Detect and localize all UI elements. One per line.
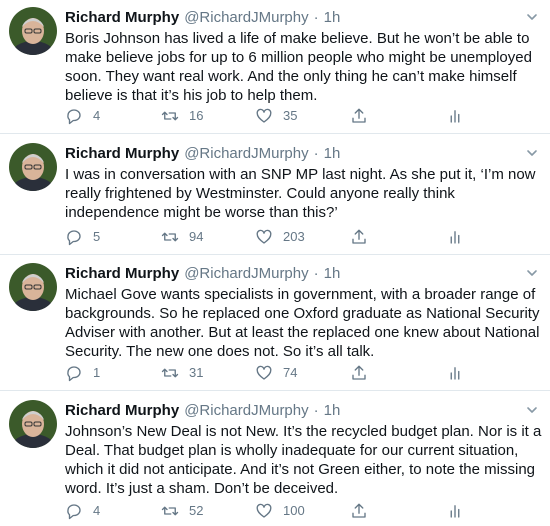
separator-dot: ·: [313, 402, 319, 419]
retweet-count: 94: [189, 229, 204, 244]
author-name[interactable]: Richard Murphy: [65, 143, 179, 165]
analytics-icon: [450, 110, 460, 123]
tweet-text: Johnson’s New Deal is not New. It’s the …: [65, 423, 542, 497]
like-count: 74: [283, 365, 298, 380]
retweet-button[interactable]: 31: [161, 363, 203, 383]
chevron-down-icon[interactable]: [526, 11, 538, 23]
reply-count: 4: [93, 108, 101, 123]
avatar[interactable]: [9, 143, 57, 191]
like-count: 35: [283, 108, 298, 123]
reply-icon: [67, 366, 81, 382]
tweet-header: Richard Murphy @RichardJMurphy · 1h: [65, 143, 340, 165]
chevron-down-icon[interactable]: [526, 267, 538, 279]
share-button[interactable]: [350, 501, 378, 521]
reply-icon: [67, 109, 81, 125]
author-name[interactable]: Richard Murphy: [65, 263, 179, 285]
avatar[interactable]: [9, 263, 57, 311]
reply-count: 4: [93, 503, 101, 518]
share-icon: [352, 503, 366, 518]
avatar[interactable]: [9, 7, 57, 55]
chevron-down-icon[interactable]: [526, 147, 538, 159]
separator-dot: ·: [313, 265, 319, 282]
tweet[interactable]: Richard Murphy @RichardJMurphy · 1h I wa…: [0, 143, 550, 253]
tweet-actions: 4 52 100: [65, 501, 485, 521]
analytics-button[interactable]: [446, 501, 474, 521]
heart-icon: [256, 108, 272, 123]
like-button[interactable]: 74: [255, 363, 297, 383]
tweet-header: Richard Murphy @RichardJMurphy · 1h: [65, 263, 340, 285]
tweet-header: Richard Murphy @RichardJMurphy · 1h: [65, 400, 340, 422]
tweet-actions: 5 94 203: [65, 227, 485, 247]
share-button[interactable]: [350, 106, 378, 126]
share-button[interactable]: [350, 227, 378, 247]
tweet-actions: 1 31 74: [65, 363, 485, 383]
tweet-time[interactable]: 1h: [324, 263, 341, 285]
retweet-button[interactable]: 52: [161, 501, 203, 521]
divider: [0, 133, 550, 134]
tweet-text: I was in conversation with an SNP MP las…: [65, 166, 536, 221]
retweet-icon: [161, 368, 179, 378]
analytics-icon: [450, 505, 460, 518]
avatar-image: [9, 400, 57, 448]
share-icon: [352, 108, 366, 123]
analytics-button[interactable]: [446, 363, 474, 383]
reply-button[interactable]: 1: [65, 363, 100, 383]
divider: [0, 390, 550, 391]
like-button[interactable]: 35: [255, 106, 297, 126]
tweet[interactable]: Richard Murphy @RichardJMurphy · 1h Mich…: [0, 263, 550, 385]
avatar[interactable]: [9, 400, 57, 448]
like-button[interactable]: 100: [255, 501, 305, 521]
like-count: 100: [283, 503, 305, 518]
reply-button[interactable]: 5: [65, 227, 100, 247]
reply-count: 1: [93, 365, 101, 380]
author-handle[interactable]: @RichardJMurphy: [184, 7, 308, 29]
retweet-count: 31: [189, 365, 204, 380]
tweet-text: Michael Gove wants specialists in govern…: [65, 286, 540, 360]
analytics-button[interactable]: [446, 106, 474, 126]
retweet-count: 16: [189, 108, 204, 123]
reply-icon: [67, 504, 81, 520]
tweet-time[interactable]: 1h: [324, 7, 341, 29]
tweet[interactable]: Richard Murphy @RichardJMurphy · 1h Bori…: [0, 7, 550, 127]
tweet-actions: 4 16 35: [65, 106, 485, 126]
author-handle[interactable]: @RichardJMurphy: [184, 143, 308, 165]
tweet-text: Boris Johnson has lived a life of make b…: [65, 30, 532, 104]
retweet-icon: [161, 111, 179, 121]
like-button[interactable]: 203: [255, 227, 305, 247]
share-button[interactable]: [350, 363, 378, 383]
author-name[interactable]: Richard Murphy: [65, 400, 179, 422]
separator-dot: ·: [313, 145, 319, 162]
avatar-image: [9, 143, 57, 191]
tweet[interactable]: Richard Murphy @RichardJMurphy · 1h John…: [0, 400, 550, 522]
chevron-down-icon[interactable]: [526, 404, 538, 416]
retweet-count: 52: [189, 503, 204, 518]
retweet-button[interactable]: 16: [161, 106, 203, 126]
author-name[interactable]: Richard Murphy: [65, 7, 179, 29]
tweet-time[interactable]: 1h: [324, 143, 341, 165]
share-icon: [352, 229, 366, 244]
tweet-header: Richard Murphy @RichardJMurphy · 1h: [65, 7, 340, 29]
analytics-icon: [450, 231, 460, 244]
heart-icon: [256, 229, 272, 244]
heart-icon: [256, 365, 272, 380]
reply-button[interactable]: 4: [65, 106, 100, 126]
retweet-icon: [161, 232, 179, 242]
author-handle[interactable]: @RichardJMurphy: [184, 263, 308, 285]
tweet-time[interactable]: 1h: [324, 400, 341, 422]
reply-button[interactable]: 4: [65, 501, 100, 521]
divider: [0, 254, 550, 255]
reply-count: 5: [93, 229, 101, 244]
retweet-icon: [161, 506, 179, 516]
retweet-button[interactable]: 94: [161, 227, 203, 247]
like-count: 203: [283, 229, 305, 244]
author-handle[interactable]: @RichardJMurphy: [184, 400, 308, 422]
share-icon: [352, 365, 366, 380]
analytics-icon: [450, 367, 460, 380]
avatar-image: [9, 7, 57, 55]
avatar-image: [9, 263, 57, 311]
separator-dot: ·: [313, 9, 319, 26]
analytics-button[interactable]: [446, 227, 474, 247]
reply-icon: [67, 230, 81, 246]
heart-icon: [256, 503, 272, 518]
